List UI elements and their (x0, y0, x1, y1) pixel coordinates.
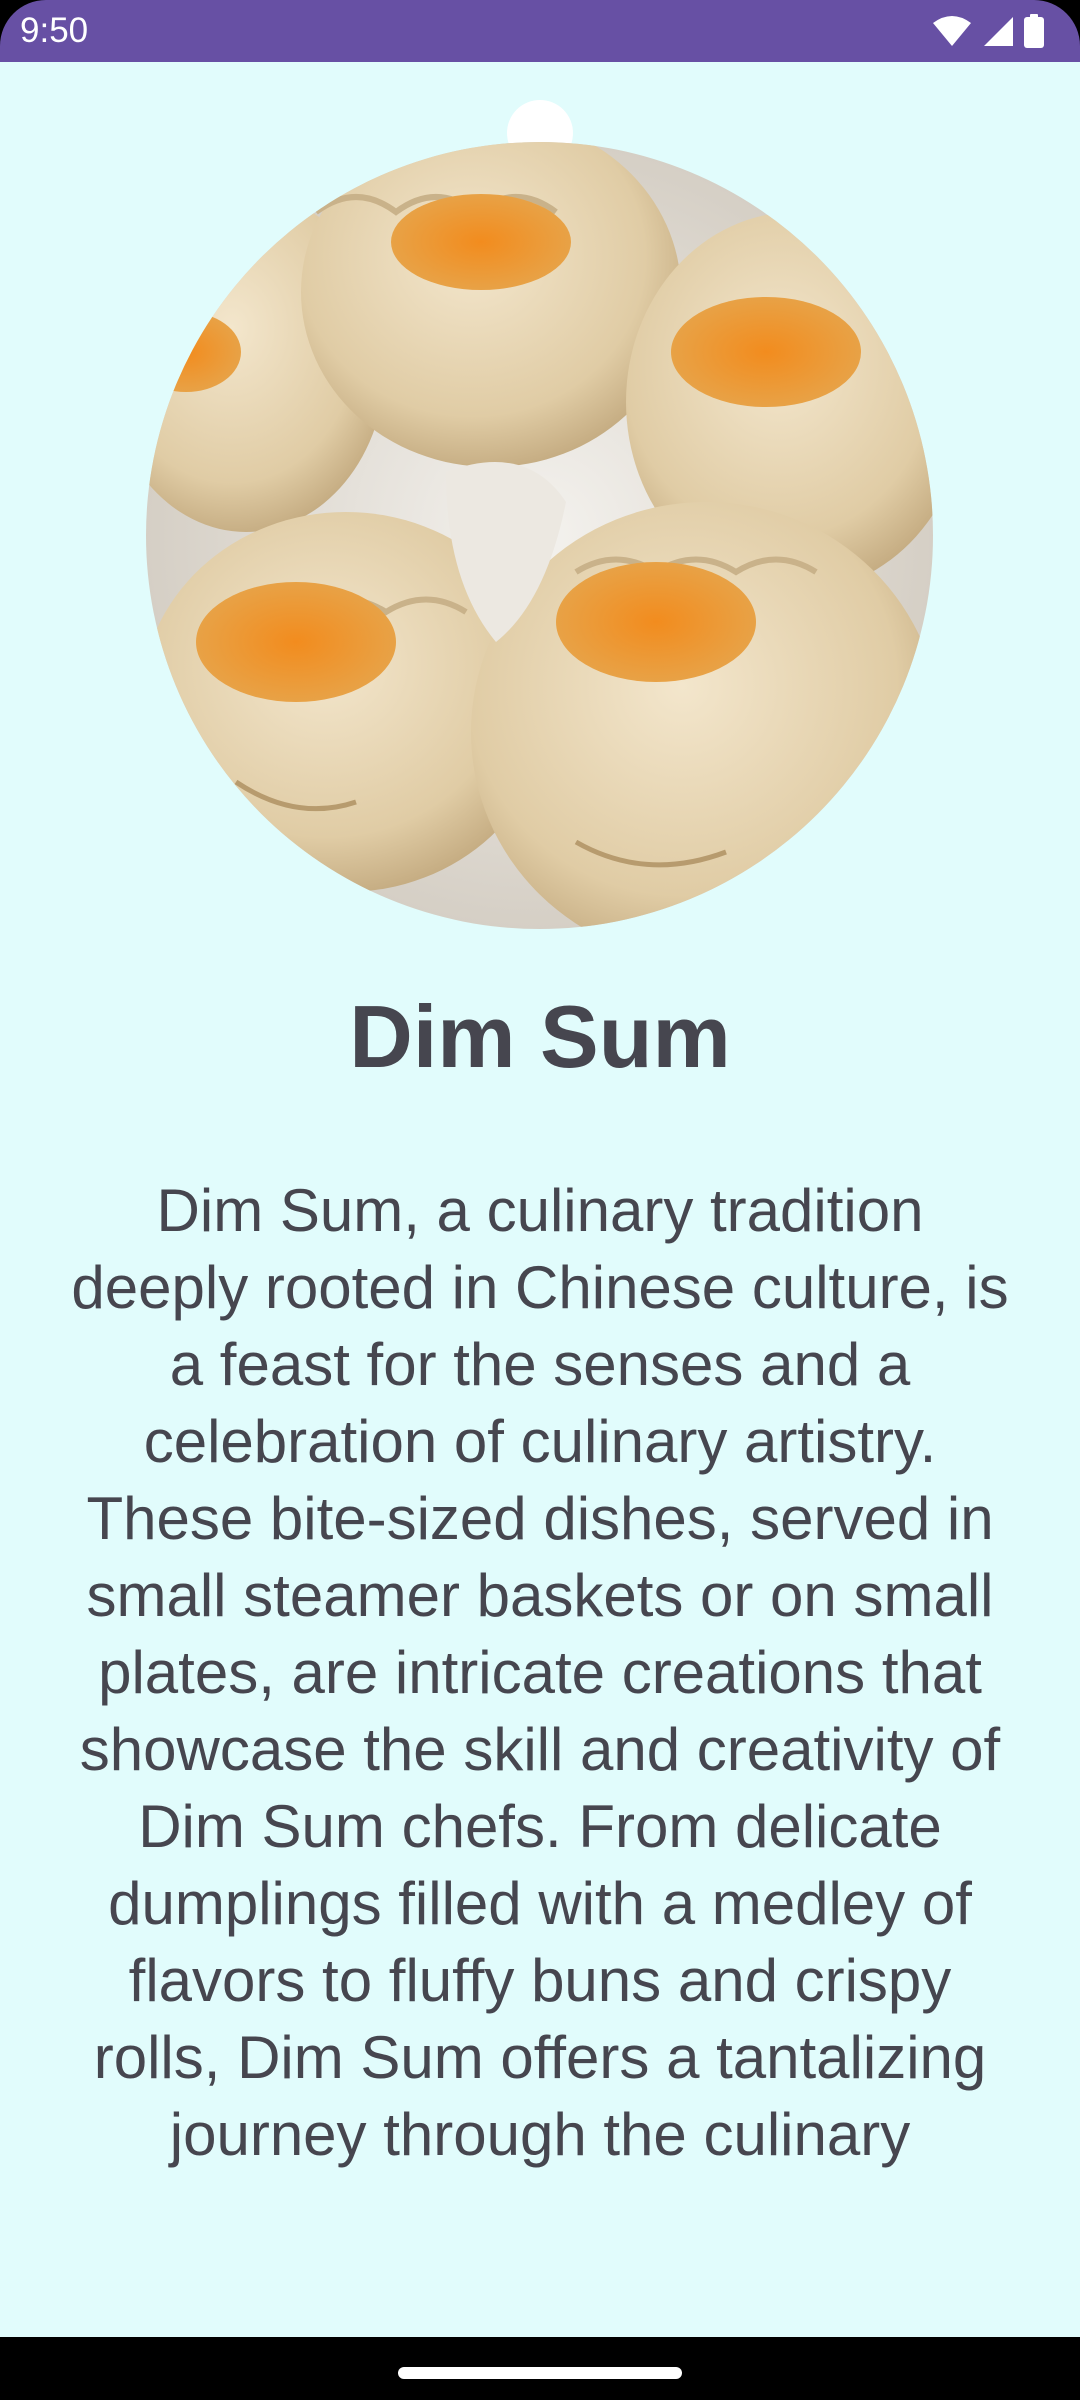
status-bar: 9:50 (0, 0, 1080, 62)
cellular-signal-icon (982, 15, 1014, 47)
navigation-bar (0, 2337, 1080, 2400)
battery-icon (1024, 14, 1044, 48)
food-title: Dim Sum (349, 987, 731, 1086)
food-image (146, 142, 933, 929)
home-indicator[interactable] (398, 2367, 682, 2379)
status-time: 9:50 (20, 11, 89, 50)
dim-sum-photo (146, 142, 933, 929)
food-description: Dim Sum, a culinary tradition deeply roo… (71, 1177, 1009, 2168)
wifi-icon (932, 15, 972, 47)
food-detail-screen: Dim Sum Dim Sum, a culinary tradition de… (0, 62, 1080, 2337)
status-icons (932, 14, 1044, 48)
